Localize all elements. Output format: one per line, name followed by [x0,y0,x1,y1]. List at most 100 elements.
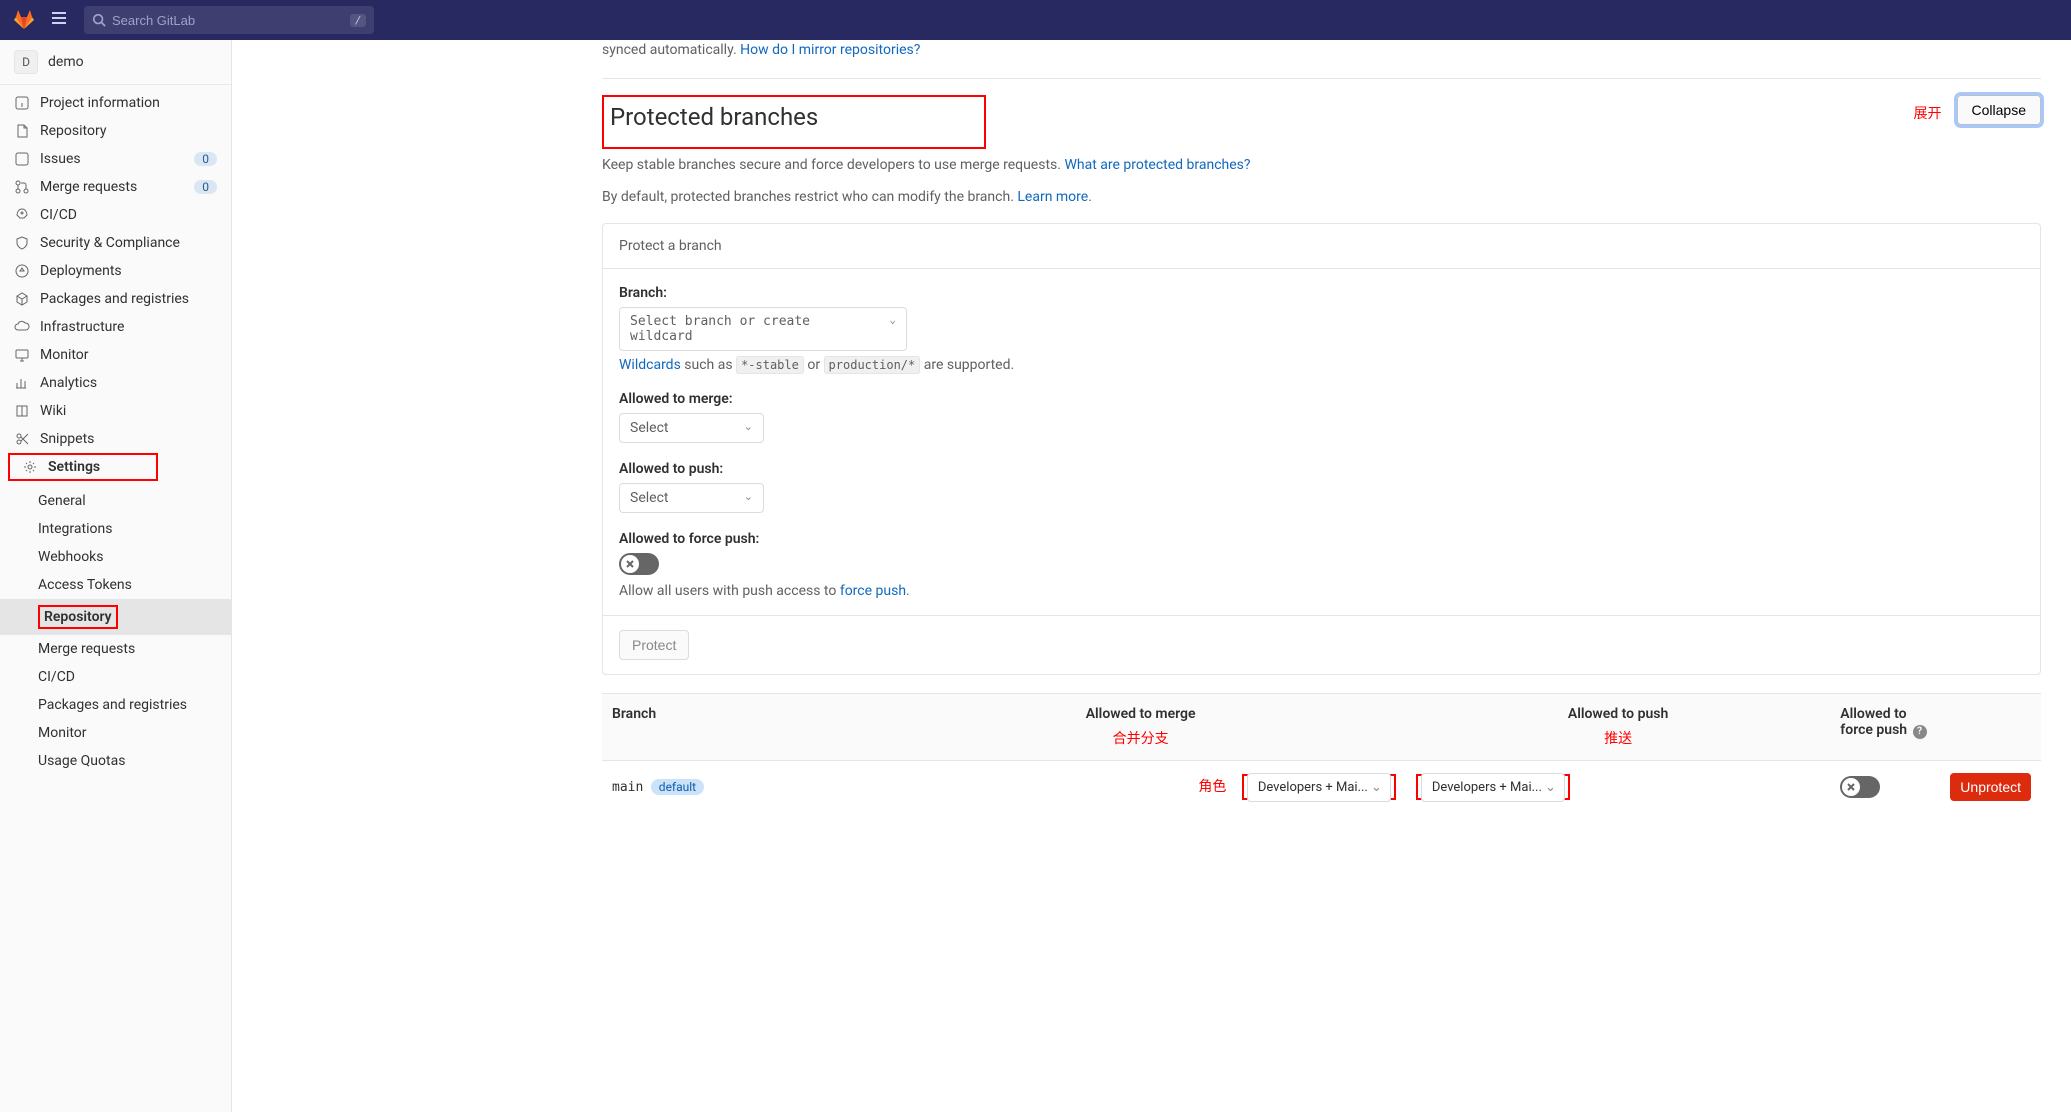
protect-branch-card: Protect a branch Branch: Select branch o… [602,223,2041,675]
protected-branches-table: Branch Allowed to merge 合并分支 Allowed to … [602,693,2041,813]
sidebar-item-label: Wiki [40,403,66,419]
project-avatar: D [14,50,38,74]
search-input[interactable] [112,13,350,28]
collapse-button[interactable]: Collapse [1957,95,2041,125]
table-row: main default 角色 Developers + Mai... Deve… [602,761,2041,814]
sidebar-item-cicd[interactable]: CI/CD [0,201,231,229]
force-push-toggle[interactable] [619,553,659,575]
sidebar-sub-packages[interactable]: Packages and registries [0,691,231,719]
annot-push: 推送 [1416,728,1820,748]
sidebar-item-label: Packages and registries [40,291,189,307]
sidebar-sub-usage-quotas[interactable]: Usage Quotas [0,747,231,775]
package-icon [14,291,30,307]
annot-role: 角色 [1198,779,1226,795]
allowed-merge-select[interactable]: Select [619,413,764,443]
monitor-icon [14,347,30,363]
sidebar-sub-access-tokens[interactable]: Access Tokens [0,571,231,599]
page-title: Protected branches [610,103,974,131]
allowed-force-push-label: Allowed to force push: [619,531,2024,547]
sidebar-item-label: Analytics [40,375,97,391]
sidebar-item-infrastructure[interactable]: Infrastructure [0,313,231,341]
issues-count-badge: 0 [194,152,217,166]
sidebar-item-label: Security & Compliance [40,235,180,251]
sidebar-sub-monitor[interactable]: Monitor [0,719,231,747]
sidebar-item-monitor[interactable]: Monitor [0,341,231,369]
th-allowed-push: Allowed to push 推送 [1406,694,1830,761]
scissors-icon [14,431,30,447]
main-content: synced automatically. How do I mirror re… [232,40,2071,1112]
section-divider [602,78,2041,79]
merge-icon [14,179,30,195]
branch-select[interactable]: Select branch or create wildcard [619,307,907,351]
sidebar-item-merge-requests[interactable]: Merge requests0 [0,173,231,201]
push-select-highlight: Developers + Mai... [1416,774,1570,800]
sidebar-item-wiki[interactable]: Wiki [0,397,231,425]
book-icon [14,403,30,419]
sidebar-item-label: Monitor [40,347,89,363]
sidebar-sub-webhooks[interactable]: Webhooks [0,543,231,571]
project-header[interactable]: D demo [0,40,231,85]
x-icon [625,559,635,569]
rocket-icon [14,207,30,223]
branch-name-cell: main [612,780,643,795]
sidebar-item-snippets[interactable]: Snippets [0,425,231,453]
sidebar-item-label: Repository [40,123,106,139]
default-badge: default [651,779,704,795]
toggle-knob [1842,778,1860,796]
gear-icon [22,459,38,475]
sidebar: D demo Project information Repository Is… [0,40,232,1112]
sidebar-item-label: Deployments [40,263,122,279]
merge-select-highlight: Developers + Mai... [1242,774,1396,800]
unprotect-button[interactable]: Unprotect [1950,773,2031,801]
sidebar-sub-integrations[interactable]: Integrations [0,515,231,543]
expand-annotation: 展开 [1914,95,1942,123]
allowed-push-label: Allowed to push: [619,461,2024,477]
row-merge-select[interactable]: Developers + Mai... [1247,773,1391,802]
default-restrict-text: By default, protected branches restrict … [602,189,2041,205]
wildcard-example-1: *-stable [736,356,804,374]
sidebar-item-deployments[interactable]: Deployments [0,257,231,285]
sidebar-item-label: Project information [40,95,160,111]
file-icon [14,123,30,139]
search-box[interactable]: / [84,6,374,34]
protect-button[interactable]: Protect [619,630,689,660]
sidebar-item-issues[interactable]: Issues 0 [0,145,231,173]
section-title-highlight: Protected branches [602,95,986,149]
th-allowed-merge: Allowed to merge 合并分支 [875,694,1405,761]
deploy-icon [14,263,30,279]
chart-icon [14,375,30,391]
learn-more-link[interactable]: Learn more. [1017,189,1092,205]
help-icon[interactable]: ? [1913,725,1927,739]
sidebar-item-project-info[interactable]: Project information [0,89,231,117]
sidebar-item-settings[interactable]: Settings [0,453,231,481]
sidebar-sub-general[interactable]: General [0,487,231,515]
sidebar-item-label: CI/CD [40,207,77,223]
search-shortcut: / [350,14,366,27]
mirror-trailing-text: synced automatically. How do I mirror re… [602,40,2041,58]
row-push-select[interactable]: Developers + Mai... [1421,773,1565,802]
sidebar-item-packages[interactable]: Packages and registries [0,285,231,313]
sidebar-sub-cicd[interactable]: CI/CD [0,663,231,691]
wildcards-link[interactable]: Wildcards [619,357,681,373]
allowed-push-select[interactable]: Select [619,483,764,513]
sidebar-item-label: Issues [40,151,81,167]
info-icon [14,95,30,111]
gitlab-logo-icon[interactable] [12,6,36,34]
force-push-link[interactable]: force push [840,583,906,599]
sidebar-item-security[interactable]: Security & Compliance [0,229,231,257]
hamburger-icon[interactable] [46,5,72,35]
wildcard-example-2: production/* [824,356,921,374]
mirror-help-link[interactable]: How do I mirror repositories? [740,42,920,58]
row-force-toggle[interactable] [1840,776,1880,798]
sidebar-item-analytics[interactable]: Analytics [0,369,231,397]
x-icon [1846,782,1856,792]
issues-icon [14,151,30,167]
sidebar-sub-merge-requests[interactable]: Merge requests [0,635,231,663]
sidebar-item-repository[interactable]: Repository [0,117,231,145]
section-description: Keep stable branches secure and force de… [602,157,2041,173]
sidebar-sub-repository[interactable]: Repository [0,599,231,635]
branch-label: Branch: [619,285,2024,301]
force-push-hint: Allow all users with push access to forc… [619,583,2024,599]
what-are-protected-link[interactable]: What are protected branches? [1064,157,1250,173]
allowed-merge-label: Allowed to merge: [619,391,2024,407]
